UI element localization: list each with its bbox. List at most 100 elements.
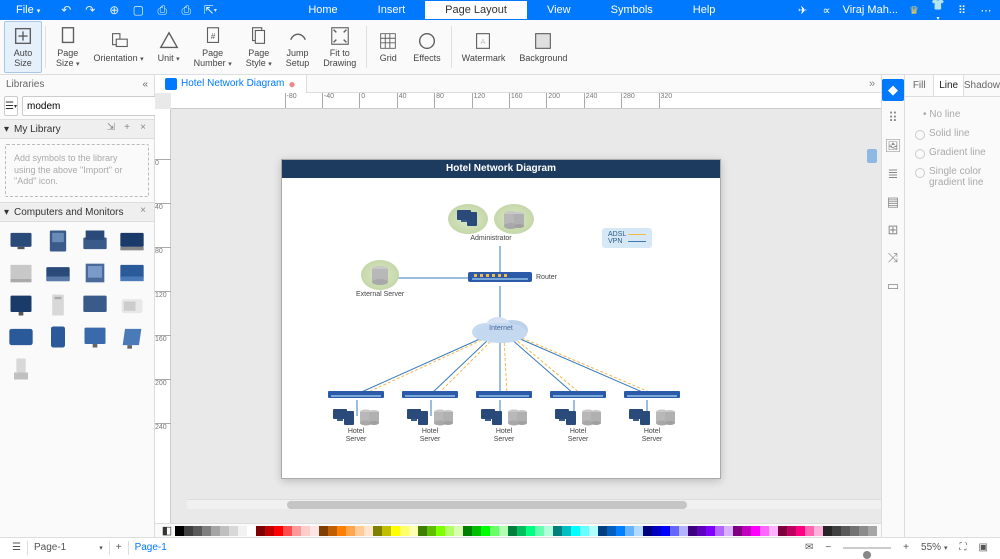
file-menu[interactable]: File ▾	[6, 4, 50, 16]
color-swatch[interactable]	[769, 526, 778, 536]
color-swatch[interactable]	[814, 526, 823, 536]
computers-title[interactable]: Computers and Monitors	[14, 207, 134, 218]
color-swatch[interactable]	[733, 526, 742, 536]
close-icon[interactable]: ×	[136, 122, 150, 136]
color-swatch[interactable]	[751, 526, 760, 536]
color-swatch[interactable]	[868, 526, 877, 536]
image-panel-icon[interactable]: 🖼	[882, 135, 904, 157]
ribbon-grid[interactable]: Grid	[370, 21, 406, 73]
save-icon[interactable]: ⎙	[154, 2, 170, 18]
undo-icon[interactable]: ↶	[58, 2, 74, 18]
color-swatch[interactable]	[409, 526, 418, 536]
zoom-level[interactable]: 55% ▾	[915, 542, 954, 553]
library-shape[interactable]	[78, 290, 111, 320]
color-swatch[interactable]	[418, 526, 427, 536]
color-swatch[interactable]	[193, 526, 202, 536]
drawing-page[interactable]: Hotel Network Diagram	[281, 159, 721, 479]
color-swatch[interactable]	[580, 526, 589, 536]
ribbon-page-size[interactable]: Page Size ▾	[49, 21, 87, 73]
library-shape[interactable]	[78, 258, 111, 288]
color-swatch[interactable]	[220, 526, 229, 536]
mylib-title[interactable]: My Library	[14, 124, 102, 135]
color-swatch[interactable]	[832, 526, 841, 536]
zoom-out-button[interactable]: −	[819, 542, 837, 553]
color-swatch[interactable]	[625, 526, 634, 536]
library-shape[interactable]	[115, 226, 148, 256]
page-props-icon[interactable]: ▤	[882, 191, 904, 213]
username-label[interactable]: Viraj Mah...	[843, 4, 898, 16]
color-swatch[interactable]	[634, 526, 643, 536]
ribbon-effects[interactable]: Effects	[406, 21, 447, 73]
color-swatch[interactable]	[778, 526, 787, 536]
color-swatch[interactable]	[265, 526, 274, 536]
fit-page-icon[interactable]: ▣	[973, 542, 994, 553]
color-swatch[interactable]	[436, 526, 445, 536]
pages-list-icon[interactable]: ☰	[6, 542, 27, 553]
present-icon[interactable]: ▭	[882, 275, 904, 297]
tab-view[interactable]: View	[527, 1, 591, 19]
close-icon[interactable]: ×	[136, 205, 150, 219]
color-swatch[interactable]	[229, 526, 238, 536]
color-swatch[interactable]	[292, 526, 301, 536]
library-category-button[interactable]: ☰▾	[4, 96, 18, 116]
color-swatch[interactable]	[553, 526, 562, 536]
color-swatch[interactable]	[355, 526, 364, 536]
more-icon[interactable]: ⋯	[978, 4, 994, 17]
chevron-down-icon[interactable]: ▾	[4, 207, 14, 218]
tab-home[interactable]: Home	[288, 1, 357, 19]
color-swatch[interactable]	[184, 526, 193, 536]
zoom-in-button[interactable]: +	[897, 542, 915, 553]
current-page-label[interactable]: Page-1	[129, 542, 173, 553]
color-swatch[interactable]	[247, 526, 256, 536]
shapes-panel-icon[interactable]: ⠿	[882, 107, 904, 129]
color-swatch[interactable]	[490, 526, 499, 536]
format-tab-shadow[interactable]: Shadow	[964, 75, 1000, 96]
library-shape[interactable]	[41, 322, 74, 352]
color-swatch[interactable]	[841, 526, 850, 536]
node-hotel-server[interactable]: Hotel Server	[322, 390, 390, 443]
color-swatch[interactable]	[805, 526, 814, 536]
line-opt-gradient[interactable]: Gradient line	[915, 143, 990, 162]
color-swatch[interactable]	[211, 526, 220, 536]
add-icon[interactable]: +	[120, 122, 134, 136]
page-extent-indicator[interactable]	[867, 149, 877, 163]
node-administrator[interactable]: Administrator	[448, 204, 534, 243]
tab-insert[interactable]: Insert	[358, 1, 426, 19]
color-swatch[interactable]	[328, 526, 337, 536]
library-shape[interactable]	[115, 290, 148, 320]
shuffle-icon[interactable]: ⤨	[882, 247, 904, 269]
library-shape[interactable]	[78, 322, 111, 352]
color-swatch[interactable]	[688, 526, 697, 536]
ribbon-auto-size[interactable]: Auto Size	[4, 21, 42, 73]
color-swatch[interactable]	[337, 526, 346, 536]
library-shape[interactable]	[4, 354, 37, 384]
color-swatch[interactable]	[463, 526, 472, 536]
ribbon-page-style[interactable]: Page Style ▾	[239, 21, 279, 73]
import-icon[interactable]: ⇲	[104, 122, 118, 136]
ribbon-orientation[interactable]: Orientation ▾	[87, 21, 151, 73]
horizontal-scrollbar[interactable]	[187, 499, 881, 509]
color-swatch[interactable]	[706, 526, 715, 536]
color-swatch[interactable]	[175, 526, 184, 536]
messages-icon[interactable]: ✉	[799, 542, 819, 553]
color-swatch[interactable]	[400, 526, 409, 536]
color-picker-icon[interactable]: ◧	[159, 524, 175, 537]
zoom-slider[interactable]	[837, 547, 897, 549]
print-icon[interactable]: ⎙	[178, 2, 194, 18]
fullscreen-icon[interactable]: ⛶	[954, 542, 973, 553]
format-tab-line[interactable]: Line	[933, 75, 963, 96]
library-shape[interactable]	[115, 322, 148, 352]
layers-icon[interactable]: ≣	[882, 163, 904, 185]
tshirt-icon[interactable]: 👕▾	[930, 0, 946, 23]
color-swatch[interactable]	[598, 526, 607, 536]
align-icon[interactable]: ⊞	[882, 219, 904, 241]
ribbon-watermark[interactable]: AWatermark	[455, 21, 513, 73]
color-swatch[interactable]	[742, 526, 751, 536]
color-swatch[interactable]	[661, 526, 670, 536]
apps-icon[interactable]: ⠿	[954, 4, 970, 17]
ribbon-page-number[interactable]: #Page Number ▾	[187, 21, 239, 73]
legend-box[interactable]: ADSL VPN	[602, 228, 652, 248]
ribbon-fit-to-drawing[interactable]: Fit to Drawing	[316, 21, 363, 73]
format-tab-fill[interactable]: Fill	[905, 75, 933, 96]
color-swatch[interactable]	[859, 526, 868, 536]
